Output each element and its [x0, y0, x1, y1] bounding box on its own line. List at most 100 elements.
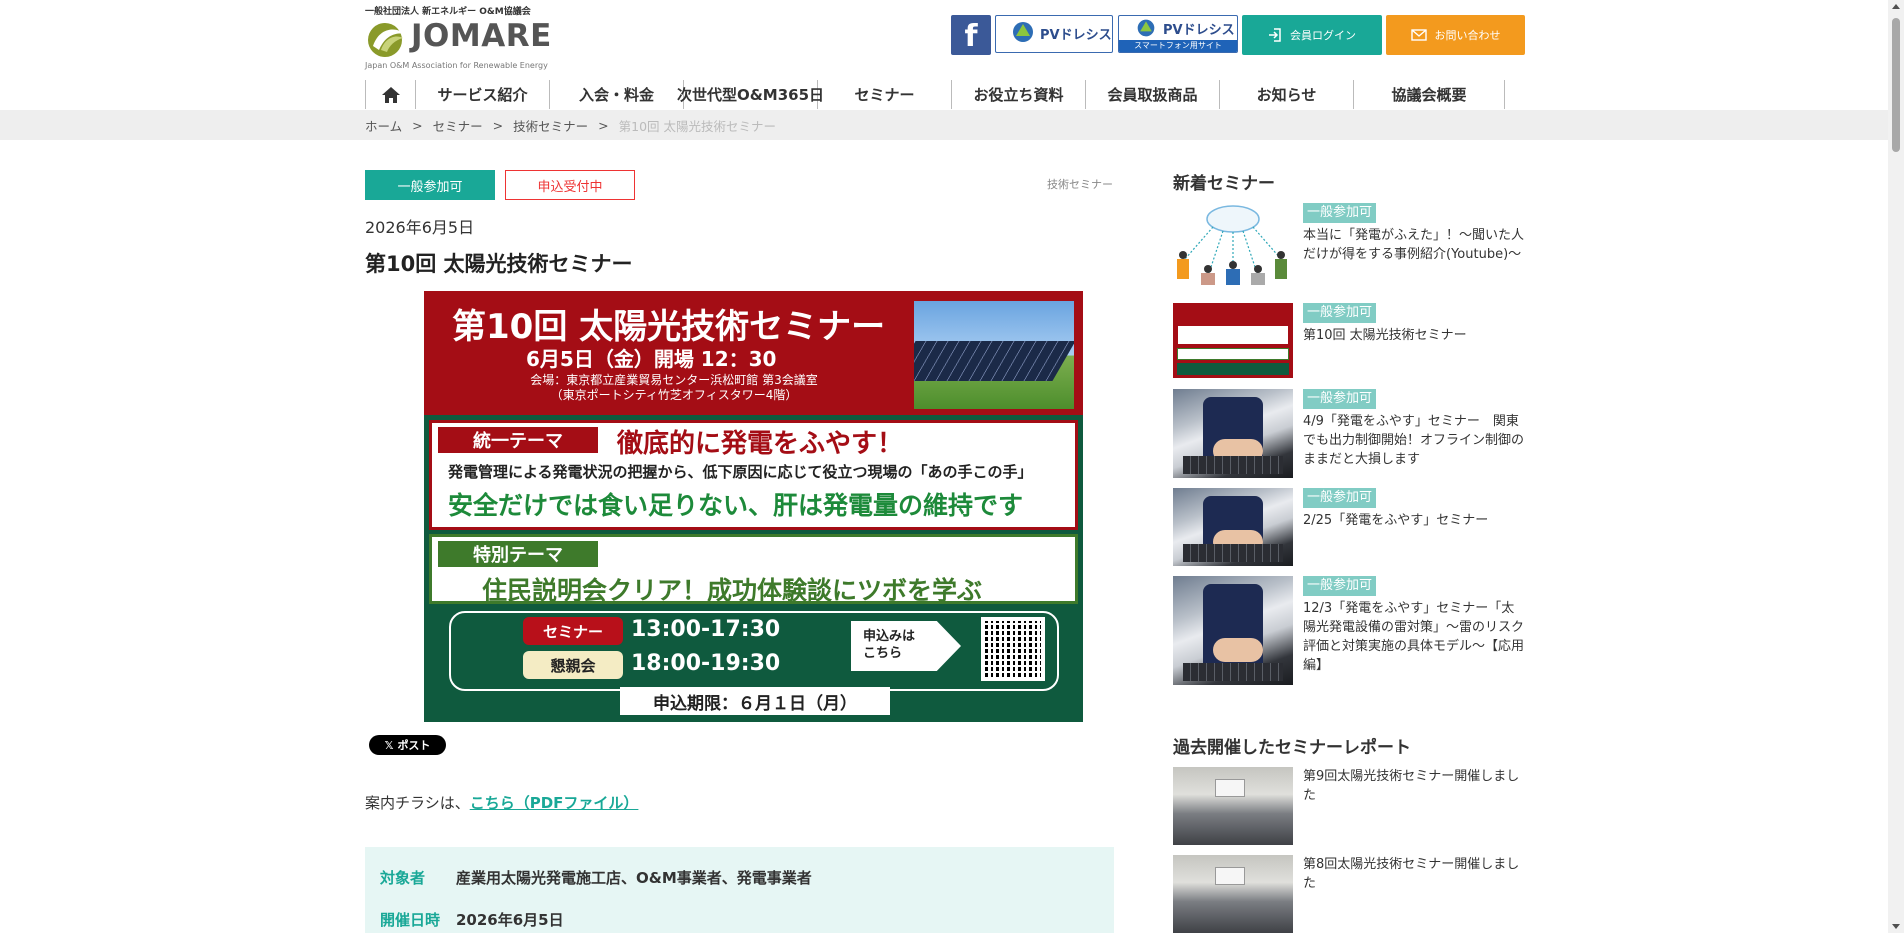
- sidebar-item-title: 本当に「発電がふえた」！〜聞いた人だけが得をする事例紹介(Youtube)〜: [1303, 228, 1525, 262]
- facebook-icon[interactable]: f: [951, 15, 991, 55]
- banner-venue-line1: 会場：東京都立産業貿易センター浜松町館 第3会議室: [530, 373, 818, 387]
- contact-button[interactable]: お問い合わせ: [1386, 15, 1525, 55]
- sidebar-item-title: 12/3「発電をふやす」セミナー「太陽光発電設備の雷対策」〜雷のリスク評価と対策…: [1303, 601, 1525, 673]
- nav-item-news[interactable]: お知らせ: [1220, 80, 1354, 109]
- sidebar-seminar-item[interactable]: 一般参加可 本当に「発電がふえた」！〜聞いた人だけが得をする事例紹介(Youtu…: [1173, 203, 1525, 293]
- sidebar-seminar-item[interactable]: 一般参加可 12/3「発電をふやす」セミナー「太陽光発電設備の雷対策」〜雷のリス…: [1173, 576, 1525, 685]
- scroll-up-icon[interactable]: [1892, 4, 1900, 9]
- banner-main-theme: 統一テーマ 徹底的に発電をふやす！ 発電管理による発電状況の把握から、低下原因に…: [429, 420, 1078, 530]
- report-thumbnail: [1173, 767, 1293, 845]
- seminar-time: 13:00-17:30: [631, 617, 781, 642]
- sidebar-seminar-item[interactable]: 一般参加可 第10回 太陽光技術セミナー: [1173, 303, 1525, 378]
- banner-deadline: 申込期限：６月１日（月）: [620, 687, 890, 715]
- member-login-button[interactable]: 会員ログイン: [1242, 15, 1382, 55]
- nav-item-resources[interactable]: お役立ち資料: [952, 80, 1086, 109]
- sidebar-item-tag: 一般参加可: [1303, 203, 1377, 223]
- main-theme-description: 発電管理による発電状況の把握から、低下原因に応じて役立つ現場の「あの手この手」: [448, 463, 1033, 481]
- sidebar-report-item[interactable]: 第9回太陽光技術セミナー開催しました: [1173, 767, 1525, 845]
- pv-doresis-mobile-sub: スマートフォン用サイト: [1119, 40, 1237, 52]
- seminar-thumbnail: [1173, 203, 1293, 293]
- accepting-applications-badge: 申込受付中: [505, 170, 635, 200]
- main-theme-label: 統一テーマ: [438, 427, 598, 453]
- sidebar-item-title: 第10回 太陽光技術セミナー: [1303, 328, 1467, 343]
- nav-item-products[interactable]: 会員取扱商品: [1086, 80, 1220, 109]
- flyer-pdf-link[interactable]: こちら（PDFファイル）: [470, 794, 639, 812]
- flyer-line: 案内チラシは、こちら（PDFファイル）: [365, 792, 638, 813]
- general-participation-badge: 一般参加可: [365, 170, 495, 200]
- sidebar-report-item[interactable]: 第8回太陽光技術セミナー開催しました: [1173, 855, 1525, 933]
- past-reports-heading: 過去開催したセミナーレポート: [1173, 738, 1411, 758]
- breadcrumb-seminar[interactable]: セミナー: [433, 116, 483, 135]
- banner-special-theme: 特別テーマ 住民説明会クリア！成功体験談にツボを学ぶ: [429, 534, 1078, 605]
- breadcrumb-tech-seminar[interactable]: 技術セミナー: [513, 116, 588, 135]
- info-row: 対象者 産業用太陽光発電施工店、O&M事業者、発電事業者: [380, 867, 812, 888]
- breadcrumb-bar: ホーム > セミナー > 技術セミナー > 第10回 太陽光技術セミナー: [0, 110, 1888, 140]
- site-logo[interactable]: 一般社団法人 新エネルギー O&M協議会 JOMARE Japan O&M As…: [365, 4, 565, 70]
- x-post-button[interactable]: 𝕏 ポスト: [369, 735, 446, 755]
- sidebar-item-tag: 一般参加可: [1303, 576, 1377, 596]
- info-key-datetime: 開催日時: [380, 911, 441, 929]
- flyer-text: 案内チラシは、: [365, 794, 470, 812]
- site-header: 一般社団法人 新エネルギー O&M協議会 JOMARE Japan O&M As…: [365, 0, 1525, 76]
- nav-item-seminar[interactable]: セミナー: [818, 80, 952, 109]
- sidebar-report-title: 第8回太陽光技術セミナー開催しました: [1303, 857, 1520, 891]
- seminar-thumbnail: [1173, 303, 1293, 378]
- special-theme-label: 特別テーマ: [438, 541, 598, 567]
- pv-doresis-button[interactable]: PVドレシス: [995, 15, 1113, 53]
- apply-line1: 申込みは: [863, 629, 916, 644]
- apply-line2: こちら: [863, 646, 903, 661]
- scrollbar-thumb[interactable]: [1892, 18, 1900, 152]
- nav-home[interactable]: [366, 80, 416, 109]
- sidebar-item-title: 2/25「発電をふやす」セミナー: [1303, 513, 1489, 528]
- banner-datetime: 6月5日（金）開場 12：30: [526, 347, 777, 371]
- logo-name: JOMARE: [411, 18, 552, 54]
- nav-item-membership[interactable]: 入会・料金: [550, 80, 684, 109]
- sidebar-item-title: 4/9「発電をふやす」セミナー 関東でも出力制御開始！オフライン制御のままだと大…: [1303, 414, 1525, 467]
- special-theme-text: 住民説明会クリア！成功体験談にツボを学ぶ: [482, 576, 983, 605]
- seminar-banner-image[interactable]: 第10回 太陽光技術セミナー 6月5日（金）開場 12：30 会場：東京都立産業…: [424, 291, 1083, 722]
- breadcrumb-separator: >: [492, 117, 504, 133]
- mail-icon: [1410, 29, 1427, 41]
- pv-doresis-icon: [1013, 22, 1033, 42]
- banner-venue: 会場：東京都立産業貿易センター浜松町館 第3会議室 （東京ポートシティ竹芝オフィ…: [464, 373, 884, 403]
- page-scrollbar[interactable]: [1888, 0, 1904, 933]
- sidebar-item-tag: 一般参加可: [1303, 303, 1377, 323]
- nav-item-om365[interactable]: 次世代型O&M365日: [677, 80, 824, 109]
- qr-code-icon: [981, 617, 1045, 681]
- pv-doresis-label: PVドレシス: [1040, 28, 1112, 43]
- login-icon: [1269, 28, 1281, 42]
- sidebar-item-tag: 一般参加可: [1303, 488, 1377, 508]
- member-login-label: 会員ログイン: [1290, 29, 1356, 42]
- logo-tagline: Japan O&M Association for Renewable Ener…: [365, 61, 548, 70]
- report-thumbnail: [1173, 855, 1293, 933]
- logo-org-name: 一般社団法人 新エネルギー O&M協議会: [365, 7, 531, 17]
- main-theme-text: 徹底的に発電をふやす！: [617, 429, 904, 459]
- category-link[interactable]: 技術セミナー: [1020, 176, 1113, 192]
- banner-title: 第10回 太陽光技術セミナー: [452, 307, 886, 347]
- breadcrumb: ホーム > セミナー > 技術セミナー > 第10回 太陽光技術セミナー: [365, 110, 776, 140]
- banner-apply-arrow: 申込みは こちら: [851, 621, 961, 671]
- nav-item-about[interactable]: 協議会概要: [1354, 80, 1505, 109]
- breadcrumb-home[interactable]: ホーム: [365, 116, 402, 135]
- logo-mark-icon: [368, 23, 405, 57]
- info-key-audience: 対象者: [380, 869, 426, 887]
- page-title: 第10回 太陽光技術セミナー: [365, 252, 633, 276]
- sidebar-report-title: 第9回太陽光技術セミナー開催しました: [1303, 769, 1520, 803]
- scroll-down-icon[interactable]: [1892, 924, 1900, 929]
- seminar-thumbnail: [1173, 488, 1293, 566]
- solar-panel-photo: [914, 301, 1074, 409]
- x-logo-icon: 𝕏: [384, 738, 394, 752]
- home-icon: [381, 86, 400, 103]
- pv-doresis-mobile-label: PVドレシス: [1163, 23, 1235, 38]
- sidebar-seminar-item[interactable]: 一般参加可 4/9「発電をふやす」セミナー 関東でも出力制御開始！オフライン制御…: [1173, 389, 1525, 478]
- banner-venue-line2: （東京ポートシティ竹芝オフィスタワー4階）: [550, 388, 798, 402]
- party-time: 18:00-19:30: [631, 651, 781, 676]
- sidebar-seminar-item[interactable]: 一般参加可 2/25「発電をふやす」セミナー: [1173, 488, 1525, 566]
- pv-doresis-mobile-button[interactable]: PVドレシス スマートフォン用サイト: [1118, 15, 1238, 53]
- seminar-thumbnail: [1173, 576, 1293, 685]
- banner-header: 第10回 太陽光技術セミナー 6月5日（金）開場 12：30 会場：東京都立産業…: [424, 291, 1083, 415]
- party-time-label: 懇親会: [523, 651, 623, 679]
- nav-item-services[interactable]: サービス紹介: [416, 80, 550, 109]
- breadcrumb-separator: >: [598, 117, 609, 133]
- pv-doresis-mobile-icon: [1137, 19, 1155, 37]
